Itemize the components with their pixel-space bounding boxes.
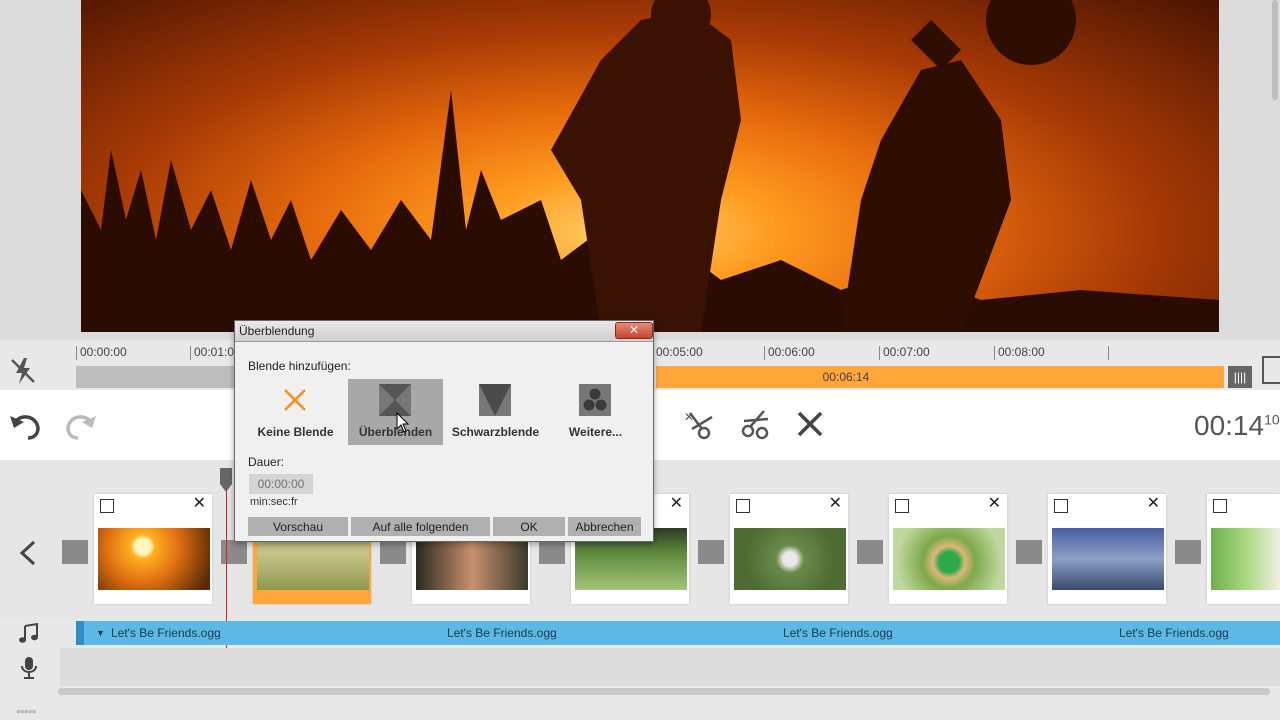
- storyboard-clip[interactable]: ✕: [730, 494, 848, 604]
- blend-option-more[interactable]: Weitere...: [548, 379, 643, 445]
- zoom-frame-icon[interactable]: [1262, 356, 1280, 384]
- storyboard-clip[interactable]: [1207, 494, 1280, 604]
- clip-checkbox[interactable]: [1213, 499, 1227, 513]
- fade-to-black-icon: [478, 383, 512, 417]
- music-note-icon: [18, 622, 40, 644]
- preview-button[interactable]: Vorschau: [248, 517, 348, 536]
- close-icon[interactable]: ✕: [193, 496, 206, 512]
- clip-checkbox[interactable]: [736, 499, 750, 513]
- ruler-tick: [76, 346, 77, 360]
- svg-text:✕: ✕: [684, 410, 694, 424]
- clip-thumbnail: [1211, 528, 1280, 590]
- ruler-label: 00:06:00: [768, 345, 815, 359]
- cancel-button[interactable]: Abbrechen: [568, 517, 641, 536]
- storyboard-clip[interactable]: ✕: [1048, 494, 1166, 604]
- transition-slot[interactable]: [698, 540, 724, 564]
- scissors-icon[interactable]: [738, 407, 772, 446]
- clip-checkbox[interactable]: [895, 499, 909, 513]
- clip-checkbox[interactable]: [1054, 499, 1068, 513]
- ruler-tick: [764, 346, 765, 360]
- clip-thumbnail: [98, 528, 210, 590]
- resize-grip-icon[interactable]: •••••: [16, 703, 36, 719]
- transition-dialog: Überblendung ✕ Blende hinzufügen: Keine …: [234, 320, 654, 542]
- range-grip-handle[interactable]: ||||: [1228, 366, 1252, 388]
- timeline-scrollbar[interactable]: [58, 688, 1270, 695]
- clip-thumbnail: [1052, 528, 1164, 590]
- transition-slot[interactable]: [539, 540, 565, 564]
- dialog-close-button[interactable]: ✕: [615, 322, 653, 339]
- total-time-frames: 10: [1264, 411, 1280, 428]
- duration-unit: min:sec:fr: [250, 496, 298, 508]
- transition-slot[interactable]: [1175, 540, 1201, 564]
- close-icon[interactable]: ✕: [670, 496, 683, 512]
- x-icon: [278, 383, 312, 417]
- audio-clip-label: Let's Be Friends.ogg: [783, 626, 893, 640]
- dialog-title: Überblendung: [239, 324, 315, 338]
- ruler-tick: [1108, 346, 1109, 360]
- blend-add-label: Blende hinzufügen:: [248, 359, 351, 373]
- transition-slot[interactable]: [380, 540, 406, 564]
- mouse-cursor-icon: [396, 411, 410, 434]
- chevron-down-icon[interactable]: ▼: [96, 628, 105, 638]
- more-transitions-icon: [578, 383, 612, 417]
- blend-option-label: Weitere...: [568, 425, 623, 439]
- total-time-display: 00:1410: [1194, 410, 1280, 442]
- ruler-label: 00:00:00: [80, 345, 127, 359]
- apply-all-button[interactable]: Auf alle folgenden: [351, 517, 490, 536]
- transition-slot[interactable]: [221, 540, 247, 564]
- playhead-handle[interactable]: [220, 468, 232, 492]
- storyboard-clip[interactable]: ✕: [94, 494, 212, 604]
- clip-thumbnail: [734, 528, 846, 590]
- blend-option-label: Keine Blende: [257, 425, 334, 439]
- ruler-label: 00:05:00: [656, 345, 703, 359]
- transition-slot[interactable]: [857, 540, 883, 564]
- delete-icon[interactable]: [794, 408, 826, 445]
- close-icon[interactable]: ✕: [829, 496, 842, 512]
- duration-input[interactable]: [249, 474, 313, 494]
- clip-checkbox[interactable]: [100, 499, 114, 513]
- undo-icon[interactable]: [8, 410, 44, 447]
- audio-clip-label: Let's Be Friends.ogg: [447, 626, 557, 640]
- preview-scrollbar[interactable]: [1272, 0, 1278, 100]
- audio-track[interactable]: ▼ Let's Be Friends.ogg Let's Be Friends.…: [76, 621, 1280, 645]
- chevron-left-icon[interactable]: [18, 540, 38, 566]
- cut-remove-icon[interactable]: ✕: [682, 407, 716, 446]
- microphone-icon[interactable]: [20, 656, 38, 680]
- blend-option-none[interactable]: Keine Blende: [248, 379, 343, 445]
- video-preview[interactable]: [81, 0, 1219, 332]
- ruler-label: 00:07:00: [883, 345, 930, 359]
- ruler-tick: [190, 346, 191, 360]
- voiceover-track[interactable]: [60, 648, 1280, 686]
- ruler-label: 00:08:00: [998, 345, 1045, 359]
- dialog-titlebar[interactable]: Überblendung ✕: [235, 321, 653, 342]
- ruler-label: 00:01:0: [194, 345, 235, 359]
- audio-clip-label: Let's Be Friends.ogg: [1119, 626, 1229, 640]
- close-icon[interactable]: ✕: [1147, 496, 1160, 512]
- ruler-tick: [994, 346, 995, 360]
- blend-option-label: Schwarzblende: [451, 425, 540, 439]
- range-time-label: 00:06:14: [822, 370, 870, 384]
- transition-slot[interactable]: [1016, 540, 1042, 564]
- range-bar-unselected[interactable]: [76, 366, 236, 388]
- duration-label: Dauer:: [248, 455, 285, 469]
- audio-clip-label: Let's Be Friends.ogg: [111, 626, 221, 640]
- total-time: 00:14: [1194, 410, 1265, 441]
- flash-off-icon[interactable]: [8, 356, 38, 386]
- clip-thumbnail: [893, 528, 1005, 590]
- audio-track-start: [76, 621, 84, 645]
- ok-button[interactable]: OK: [493, 517, 565, 536]
- blend-option-fade-black[interactable]: Schwarzblende: [448, 379, 543, 445]
- storyboard-clip[interactable]: ✕: [889, 494, 1007, 604]
- redo-icon[interactable]: [62, 410, 98, 447]
- transition-slot[interactable]: [62, 540, 88, 564]
- ruler-tick: [879, 346, 880, 360]
- sunset-scene-image: [81, 0, 1219, 332]
- close-icon[interactable]: ✕: [988, 496, 1001, 512]
